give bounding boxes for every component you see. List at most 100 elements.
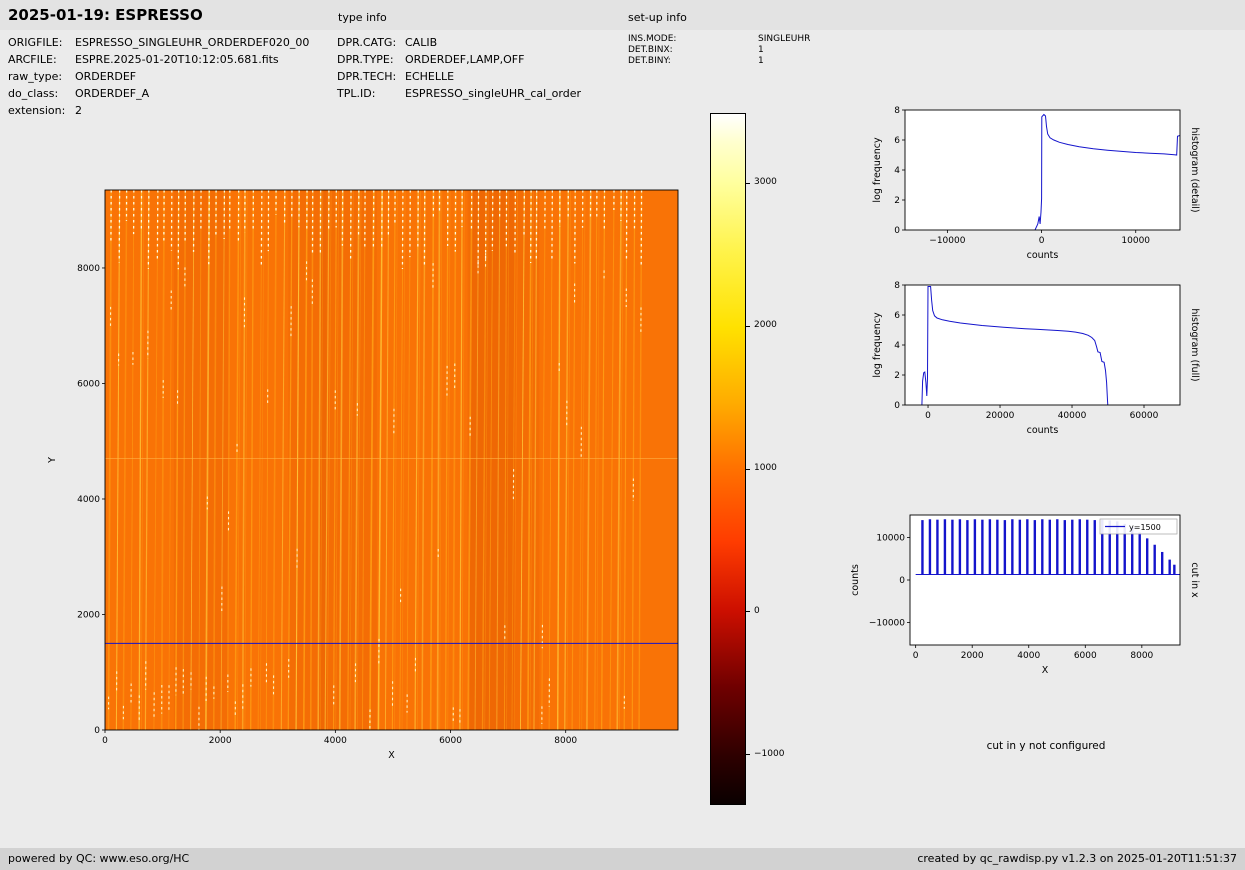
meta-key: DPR.TECH: <box>337 70 397 83</box>
x-tick-label: 4000 <box>1017 651 1040 661</box>
x-axis-label: counts <box>1027 425 1059 436</box>
y-tick-label: 2000 <box>77 610 100 620</box>
cut-in-x-plot: 0 2000 4000 6000 8000 10000 0 −10000 Xcounts cut … <box>850 514 1200 676</box>
meta-value: 1 <box>758 56 764 66</box>
meta-value: ORDERDEF <box>75 70 137 83</box>
header-bar: 2025-01-19: ESPRESSO type info set-up in… <box>0 0 1245 30</box>
y-tick-label: 0 <box>899 576 905 586</box>
footer-powered-by: powered by QC: www.eso.org/HC <box>8 852 190 865</box>
raw-frame-image-plot: 0 2000 4000 6000 8000 0 2000 4000 6000 8000 X Y <box>47 189 679 761</box>
y-tick-label: 0 <box>94 726 100 736</box>
y-tick-label: 4 <box>894 166 900 176</box>
right-axis-label: histogram (full) <box>1189 308 1200 381</box>
x-tick-label: 0 <box>925 411 931 421</box>
footer-bar: powered by QC: www.eso.org/HC created by… <box>0 848 1245 870</box>
qc-report-page: 2025-01-19: ESPRESSO type info set-up in… <box>0 0 1245 870</box>
y-axis-label: Y <box>47 457 58 464</box>
x-tick-label: −10000 <box>929 236 965 246</box>
y-axis-label: log frequency <box>872 312 883 378</box>
y-tick-label: 0 <box>894 401 900 411</box>
meta-key: INS.MODE: <box>628 34 677 44</box>
x-tick-label: 10000 <box>1121 236 1150 246</box>
right-axis-label: histogram (detail) <box>1189 127 1200 212</box>
x-tick-label: 8000 <box>554 736 577 746</box>
type-info-label: type info <box>338 11 387 24</box>
x-tick-label: 6000 <box>439 736 462 746</box>
meta-value: 1 <box>758 45 764 55</box>
echelle-orders-image <box>105 190 678 730</box>
x-tick-label: 20000 <box>986 411 1015 421</box>
colorbar-tick <box>746 182 750 184</box>
y-tick-label: 2 <box>894 371 900 381</box>
meta-row-origfile: ORIGFILE: ESPRESSO_SINGLEUHR_ORDERDEF020_… <box>8 36 309 53</box>
x-tick-label: 60000 <box>1130 411 1159 421</box>
y-tick-label: −10000 <box>869 618 905 628</box>
setup-info-block: INS.MODE: SINGLEUHR DET.BINX: 1 DET.BINY: 1 <box>628 34 810 67</box>
meta-key: DET.BINX: <box>628 45 673 55</box>
colorbar-tick-label: 1000 <box>754 463 777 473</box>
y-axis-label: counts <box>850 564 861 596</box>
y-tick-label: 4000 <box>77 495 100 505</box>
x-tick-label: 40000 <box>1058 411 1087 421</box>
x-axis-label: X <box>388 750 395 761</box>
x-tick-label: 0 <box>1039 236 1045 246</box>
colorbar-tick <box>746 754 750 756</box>
meta-value: ECHELLE <box>405 70 455 83</box>
colorbar-tick <box>746 468 750 470</box>
x-tick-label: 0 <box>913 651 919 661</box>
meta-row-detbiny: DET.BINY: 1 <box>628 56 810 67</box>
y-tick-label: 6 <box>894 311 900 321</box>
meta-key: ARCFILE: <box>8 53 57 66</box>
right-axis-label: cut in x <box>1189 562 1200 598</box>
meta-value: ESPRESSO_SINGLEUHR_ORDERDEF020_00 <box>75 36 310 49</box>
colorbar-tick <box>746 611 750 613</box>
meta-key: DPR.TYPE: <box>337 53 394 66</box>
meta-value: CALIB <box>405 36 438 49</box>
x-tick-label: 4000 <box>324 736 347 746</box>
meta-key: DET.BINY: <box>628 56 671 66</box>
meta-value: SINGLEUHR <box>758 34 811 44</box>
x-tick-label: 8000 <box>1130 651 1153 661</box>
colorbar-tick-label: 3000 <box>754 177 777 188</box>
histogram-full-plot: 0 20000 40000 60000 0 2 4 6 8 counts log frequency… <box>872 281 1200 436</box>
y-tick-label: 6000 <box>77 379 100 389</box>
y-tick-label: 2 <box>894 196 900 206</box>
y-tick-label: 8000 <box>77 264 100 274</box>
y-tick-label: 6 <box>894 136 900 146</box>
meta-value: ORDERDEF,LAMP,OFF <box>405 53 525 66</box>
colorbar-tick-label: −1000 <box>754 748 785 759</box>
x-axis-label: counts <box>1027 250 1059 261</box>
x-tick-label: 6000 <box>1074 651 1097 661</box>
colorbar-tick <box>746 325 750 327</box>
x-axis-label: X <box>1042 665 1049 676</box>
meta-row-rawtype: raw_type: ORDERDEF <box>8 70 309 87</box>
y-axis-label: log frequency <box>872 137 883 203</box>
histogram-detail-plot: −10000 0 10000 0 2 4 6 8 counts log frequency hist… <box>872 106 1200 261</box>
setup-info-label: set-up info <box>628 11 687 24</box>
legend-label: y=1500 <box>1129 523 1161 532</box>
y-tick-label: 4 <box>894 341 900 351</box>
meta-key: raw_type: <box>8 70 63 83</box>
meta-row-arcfile: ARCFILE: ESPRE.2025-01-20T10:12:05.681.fi… <box>8 53 309 70</box>
meta-row-insmode: INS.MODE: SINGLEUHR <box>628 34 810 45</box>
page-title: 2025-01-19: ESPRESSO <box>8 6 203 24</box>
cut-in-y-message: cut in y not configured <box>986 740 1106 752</box>
colorbar-tick-label: 2000 <box>754 320 777 331</box>
meta-row-dprtech: DPR.TECH: ECHELLE <box>337 70 581 87</box>
meta-key: DPR.CATG: <box>337 36 397 49</box>
x-tick-label: 0 <box>102 736 108 746</box>
footer-created-by: created by qc_rawdisp.py v1.2.3 on 2025-… <box>917 852 1237 865</box>
meta-row-dprtype: DPR.TYPE: ORDERDEF,LAMP,OFF <box>337 53 581 70</box>
colorbar <box>710 113 746 805</box>
y-tick-label: 0 <box>894 226 900 236</box>
y-tick-label: 8 <box>894 106 900 116</box>
colorbar-tick-label: 0 <box>754 605 760 616</box>
meta-row-detbinx: DET.BINX: 1 <box>628 45 810 56</box>
type-info-block: DPR.CATG: CALIB DPR.TYPE: ORDERDEF,LAMP,OF… <box>337 36 581 104</box>
meta-value: ESPRE.2025-01-20T10:12:05.681.fits <box>75 53 279 66</box>
y-tick-label: 10000 <box>876 534 905 544</box>
y-tick-label: 8 <box>894 281 900 291</box>
plot-area <box>905 110 1180 230</box>
x-tick-label: 2000 <box>209 736 232 746</box>
meta-row-dprcatg: DPR.CATG: CALIB <box>337 36 581 53</box>
